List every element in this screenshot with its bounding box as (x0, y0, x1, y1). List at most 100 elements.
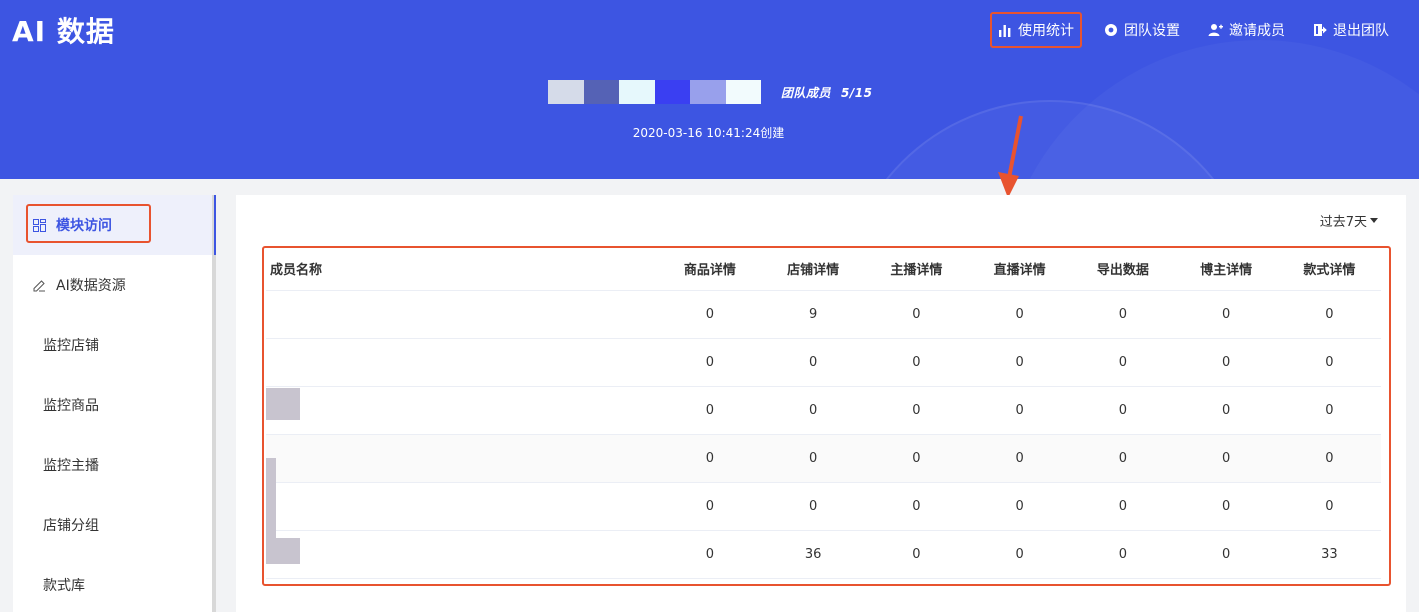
time-range-dropdown[interactable]: 过去7天 (1320, 211, 1378, 230)
table-cell: 0 (658, 434, 762, 483)
table-cell: 0 (1071, 482, 1175, 531)
time-range-label: 过去7天 (1319, 215, 1367, 230)
usage-table: 成员名称 商品详情 店铺详情 主播详情 直播详情 导出数据 博主详情 款式详情 … (266, 248, 1381, 579)
table-cell: 0 (1277, 434, 1381, 483)
sidebar: 模块访问 AI数据资源 监控店铺 监控商品 监控主播 店铺分组 款式库 (13, 195, 216, 612)
table-cell: 0 (1277, 338, 1381, 387)
table-cell: 0 (968, 338, 1072, 387)
exit-team-button[interactable]: 退出团队 (1307, 16, 1395, 44)
table-cell: 0 (1277, 482, 1381, 531)
column-header[interactable]: 款式详情 (1277, 248, 1381, 291)
sidebar-item-label: 监控商品 (43, 398, 99, 414)
sidebar-scrollbar[interactable] (212, 195, 216, 612)
column-header[interactable]: 商品详情 (658, 248, 762, 291)
column-header[interactable]: 导出数据 (1071, 248, 1175, 291)
table-cell: 0 (761, 482, 865, 531)
redacted-name (266, 538, 300, 564)
member-name-cell (266, 482, 659, 531)
table-row: 0 0 0 0 0 0 0 (266, 338, 1381, 387)
team-member-count: 团队成员 5/15 (781, 84, 872, 101)
table-cell: 0 (864, 386, 969, 435)
exit-icon (1314, 24, 1327, 36)
table-cell: 0 (1071, 530, 1175, 579)
bar-chart-icon (999, 25, 1011, 37)
sidebar-item-shop-groups[interactable]: 店铺分组 (13, 495, 212, 555)
sidebar-item-monitor-products[interactable]: 监控商品 (13, 375, 212, 435)
table-cell: 0 (968, 482, 1072, 531)
member-name-cell (266, 530, 659, 579)
table-cell: 0 (658, 338, 762, 387)
column-header[interactable]: 直播详情 (968, 248, 1072, 291)
add-user-icon (1208, 24, 1223, 36)
table-cell: 0 (761, 338, 865, 387)
table-cell: 0 (1071, 338, 1175, 387)
invite-member-button[interactable]: 邀请成员 (1202, 16, 1291, 44)
sidebar-item-label: AI数据资源 (56, 278, 126, 294)
sidebar-item-label: 款式库 (43, 578, 85, 594)
table-cell: 0 (658, 290, 762, 339)
table-cell: 9 (761, 290, 865, 339)
table-cell: 0 (1071, 434, 1175, 483)
table-cell: 0 (658, 530, 762, 579)
created-time-text: 2020-03-16 10:41:24创建 (632, 126, 785, 140)
sidebar-item-module-access[interactable]: 模块访问 (13, 195, 216, 255)
column-header[interactable]: 主播详情 (864, 248, 969, 291)
team-settings-label: 团队设置 (1124, 23, 1180, 39)
table-cell: 0 (864, 482, 969, 531)
table-cell: 0 (864, 530, 969, 579)
annotation-arrow (998, 115, 1023, 198)
team-count-label: 团队成员 (781, 85, 832, 100)
team-info: 团队成员 5/15 (548, 80, 872, 104)
table-row: 0 36 0 0 0 0 33 (266, 530, 1381, 579)
table-cell: 0 (1174, 386, 1278, 435)
table-cell: 0 (1174, 482, 1278, 531)
table-cell: 0 (1174, 290, 1278, 339)
usage-table-container: 成员名称 商品详情 店铺详情 主播详情 直播详情 导出数据 博主详情 款式详情 … (262, 246, 1391, 586)
table-row: 0 9 0 0 0 0 0 (266, 290, 1381, 339)
table-cell: 0 (1277, 386, 1381, 435)
table-cell: 0 (864, 338, 969, 387)
edit-icon (33, 279, 45, 291)
sidebar-item-monitor-shops[interactable]: 监控店铺 (13, 315, 212, 375)
team-count-value: 5/15 (841, 85, 873, 100)
team-settings-button[interactable]: 团队设置 (1098, 16, 1186, 44)
redacted-name (266, 388, 300, 420)
exit-team-label: 退出团队 (1333, 23, 1389, 39)
sidebar-item-label: 店铺分组 (43, 518, 99, 534)
table-cell: 0 (968, 386, 1072, 435)
gear-icon (1105, 24, 1117, 36)
table-cell: 0 (864, 290, 969, 339)
table-cell: 0 (968, 530, 1072, 579)
team-header: AI 数据 使用统计 团队设置 邀请成员 退出团队 团队成员 5/15 2020… (0, 0, 1419, 179)
column-header[interactable]: 博主详情 (1174, 248, 1278, 291)
table-cell: 0 (864, 434, 969, 483)
usage-stats-button[interactable]: 使用统计 (990, 12, 1082, 48)
table-cell: 0 (968, 434, 1072, 483)
table-cell: 0 (761, 386, 865, 435)
top-nav: 使用统计 团队设置 邀请成员 退出团队 (974, 12, 1395, 48)
member-name-cell (266, 434, 659, 483)
sidebar-item-ai-data-resources[interactable]: AI数据资源 (13, 255, 212, 315)
table-row: 0 0 0 0 0 0 0 (266, 482, 1381, 531)
table-cell: 36 (761, 530, 865, 579)
app-logo[interactable]: AI 数据 (12, 10, 115, 50)
table-cell: 0 (1174, 338, 1278, 387)
sidebar-item-style-library[interactable]: 款式库 (13, 555, 212, 612)
sidebar-item-label: 监控主播 (43, 458, 99, 474)
highlight-box (26, 204, 151, 243)
table-cell: 0 (761, 434, 865, 483)
table-cell: 0 (1174, 530, 1278, 579)
table-header-row: 成员名称 商品详情 店铺详情 主播详情 直播详情 导出数据 博主详情 款式详情 (266, 248, 1381, 291)
column-header[interactable]: 成员名称 (266, 248, 659, 291)
column-header[interactable]: 店铺详情 (761, 248, 865, 291)
usage-stats-label: 使用统计 (1018, 23, 1074, 39)
table-cell: 33 (1277, 530, 1381, 579)
caret-down-icon (1370, 218, 1378, 223)
table-cell: 0 (1174, 434, 1278, 483)
sidebar-item-monitor-anchors[interactable]: 监控主播 (13, 435, 212, 495)
member-name-cell (266, 290, 659, 339)
table-cell: 0 (968, 290, 1072, 339)
invite-member-label: 邀请成员 (1229, 23, 1285, 39)
member-name-cell (266, 386, 659, 435)
table-cell: 0 (1277, 290, 1381, 339)
